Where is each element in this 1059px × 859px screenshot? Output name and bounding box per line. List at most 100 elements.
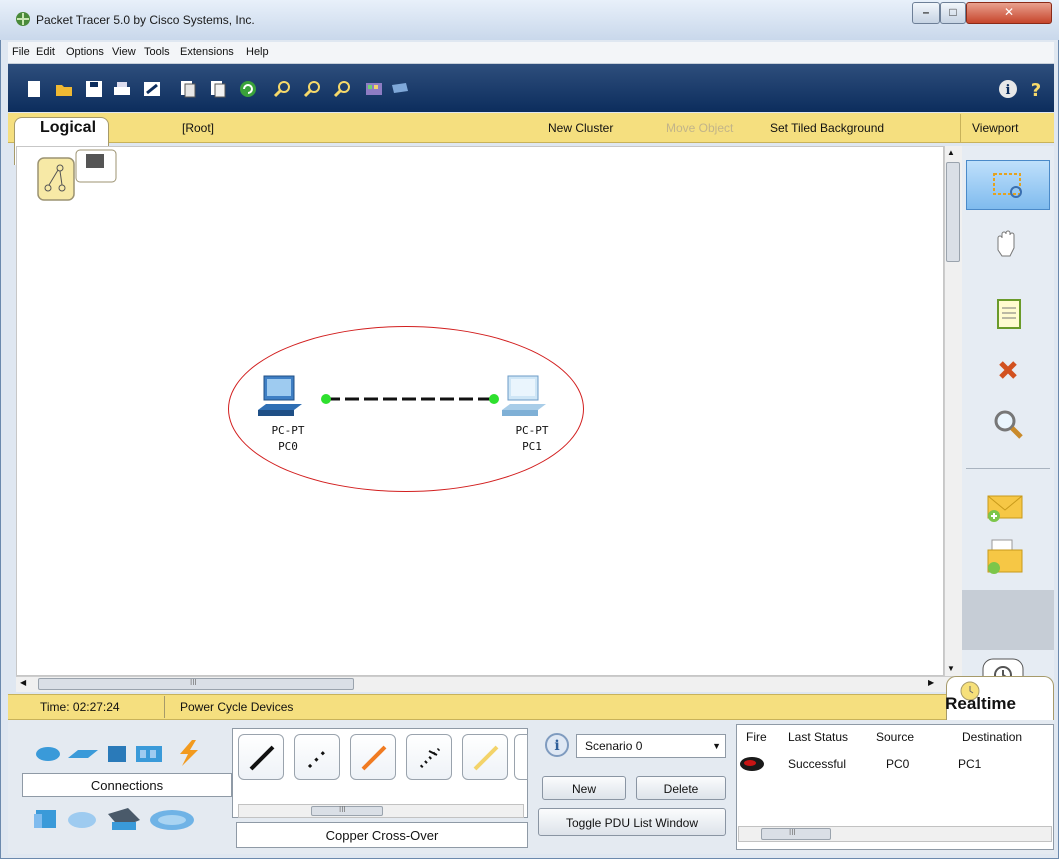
help-icon[interactable]: ? xyxy=(1026,79,1046,99)
device-categories xyxy=(36,740,198,766)
pdu-row-source: PC0 xyxy=(886,757,910,771)
toggle-pdu-list-button[interactable]: Toggle PDU List Window xyxy=(538,808,726,836)
window-title: Packet Tracer 5.0 by Cisco Systems, Inc. xyxy=(36,13,255,27)
root-path-label[interactable]: [Root] xyxy=(182,121,214,135)
custom-device-icon[interactable] xyxy=(390,79,410,99)
pdu-header-fire: Fire xyxy=(746,730,767,744)
scenario-select[interactable]: Scenario 0 ▼ xyxy=(576,734,726,758)
switches-category-icon[interactable] xyxy=(68,750,98,758)
menu-tools[interactable]: Tools xyxy=(144,46,170,58)
connections-category-icon[interactable] xyxy=(180,740,198,766)
scroll-up-arrow-icon[interactable]: ▲ xyxy=(947,148,955,157)
copper-straight-through-button[interactable] xyxy=(350,734,396,780)
tools-divider xyxy=(966,468,1050,469)
chevron-down-icon[interactable]: ▼ xyxy=(712,741,721,751)
print-icon[interactable] xyxy=(112,79,132,99)
fiber-cable-button[interactable] xyxy=(462,734,508,780)
vertical-scroll-thumb[interactable] xyxy=(946,162,960,262)
cable-type-label-box: Copper Cross-Over xyxy=(236,822,528,848)
end-devices-category-icon[interactable] xyxy=(34,810,56,828)
scroll-right-arrow-icon[interactable]: ▶ xyxy=(928,678,934,687)
zoom-out-icon[interactable] xyxy=(332,79,352,99)
time-display: Time: 02:27:24 xyxy=(40,700,120,714)
time-bar-divider xyxy=(164,696,165,718)
logical-view-icon[interactable] xyxy=(36,148,118,204)
minimize-button[interactable]: – xyxy=(912,2,940,24)
undo-icon[interactable] xyxy=(238,79,258,99)
fiber-icon xyxy=(473,745,499,771)
delete-scenario-button[interactable]: Delete xyxy=(636,776,726,800)
save-icon[interactable] xyxy=(84,79,104,99)
custom-devices-category-icon[interactable] xyxy=(108,808,140,830)
viewport-label: Viewport xyxy=(972,121,1019,135)
pdu-row-destination: PC1 xyxy=(958,757,982,771)
realtime-label: Realtime xyxy=(945,694,1016,713)
zoom-reset-icon[interactable] xyxy=(302,79,322,99)
move-object-button[interactable]: Move Object xyxy=(666,121,733,135)
cable-type-label: Copper Cross-Over xyxy=(325,828,439,843)
minimize-icon: – xyxy=(922,5,930,19)
open-folder-icon[interactable] xyxy=(54,79,74,99)
menu-file[interactable]: File xyxy=(12,46,30,58)
new-scenario-button[interactable]: New xyxy=(542,776,626,800)
palette-icon[interactable] xyxy=(364,79,384,99)
hubs-category-icon[interactable] xyxy=(108,746,126,762)
menu-bar: File Edit Options View Tools Extensions … xyxy=(8,42,1054,64)
pdu-header-source: Source xyxy=(876,730,915,744)
pdu-header-last-status: Last Status xyxy=(788,730,849,744)
add-complex-pdu-icon[interactable] xyxy=(984,536,1024,576)
close-button[interactable]: ✕ xyxy=(966,2,1052,24)
cable-scroll-thumb[interactable] xyxy=(311,806,383,816)
cable-list-scrollbar[interactable]: III xyxy=(238,804,524,818)
cable-scroll-grip: III xyxy=(339,805,346,814)
svg-text:i: i xyxy=(1006,83,1011,98)
new-file-icon[interactable] xyxy=(24,79,44,99)
routers-category-icon[interactable] xyxy=(36,747,60,761)
scenario-info-icon[interactable]: i xyxy=(544,732,570,758)
wan-emulation-category-icon[interactable] xyxy=(68,812,96,828)
console-cable-button[interactable] xyxy=(294,734,340,780)
power-cycle-devices-button[interactable]: Power Cycle Devices xyxy=(180,700,293,714)
scroll-left-arrow-icon[interactable]: ◀ xyxy=(20,678,26,687)
svg-text:i: i xyxy=(554,738,559,754)
add-simple-pdu-icon[interactable] xyxy=(984,486,1024,526)
inspect-magnifier-icon[interactable] xyxy=(988,404,1028,444)
place-note-icon[interactable] xyxy=(988,294,1028,334)
pdu-scroll-grip: III xyxy=(789,828,796,837)
pdu-scroll-thumb[interactable] xyxy=(761,828,831,840)
move-layout-hand-icon[interactable] xyxy=(988,224,1028,264)
new-cluster-button[interactable]: New Cluster xyxy=(548,121,613,135)
menu-extensions[interactable]: Extensions xyxy=(180,46,234,58)
paste-icon[interactable] xyxy=(208,79,228,99)
zoom-in-icon[interactable] xyxy=(272,79,292,99)
close-icon: ✕ xyxy=(1003,5,1015,19)
info-icon[interactable]: i xyxy=(998,79,1018,99)
maximize-button[interactable]: □ xyxy=(940,2,966,24)
pdu-list-scrollbar[interactable]: III xyxy=(738,826,1052,842)
multiuser-connection-category-icon[interactable] xyxy=(150,810,194,830)
svg-text:?: ? xyxy=(1031,80,1041,99)
phone-cable-button-partial[interactable] xyxy=(514,734,528,780)
pdu-header-destination: Destination xyxy=(962,730,1023,744)
delete-icon[interactable] xyxy=(988,350,1028,390)
end-device-categories xyxy=(34,808,194,830)
fire-status-indicator-icon[interactable] xyxy=(738,755,766,773)
set-tiled-background-button[interactable]: Set Tiled Background xyxy=(770,121,884,135)
automatic-cable-button[interactable] xyxy=(238,734,284,780)
wireless-devices-category-icon[interactable] xyxy=(136,746,162,762)
main-toolbar: i ? xyxy=(8,64,1054,112)
console-cable-icon xyxy=(307,747,329,769)
tools-bar-lower xyxy=(962,590,1054,650)
horizontal-scroll-grip: III xyxy=(190,678,197,687)
copper-cross-over-button[interactable] xyxy=(406,734,452,780)
annotation-ellipse-devices xyxy=(228,326,584,492)
activity-wizard-icon[interactable] xyxy=(142,79,162,99)
menu-options[interactable]: Options xyxy=(66,46,104,58)
scroll-down-arrow-icon[interactable]: ▼ xyxy=(947,664,955,673)
menu-edit[interactable]: Edit xyxy=(36,46,55,58)
menu-help[interactable]: Help xyxy=(246,46,269,58)
scenario-selected-value: Scenario 0 xyxy=(585,739,643,753)
copy-icon[interactable] xyxy=(178,79,198,99)
menu-view[interactable]: View xyxy=(112,46,136,58)
packet-tracer-logo-icon xyxy=(16,12,30,26)
